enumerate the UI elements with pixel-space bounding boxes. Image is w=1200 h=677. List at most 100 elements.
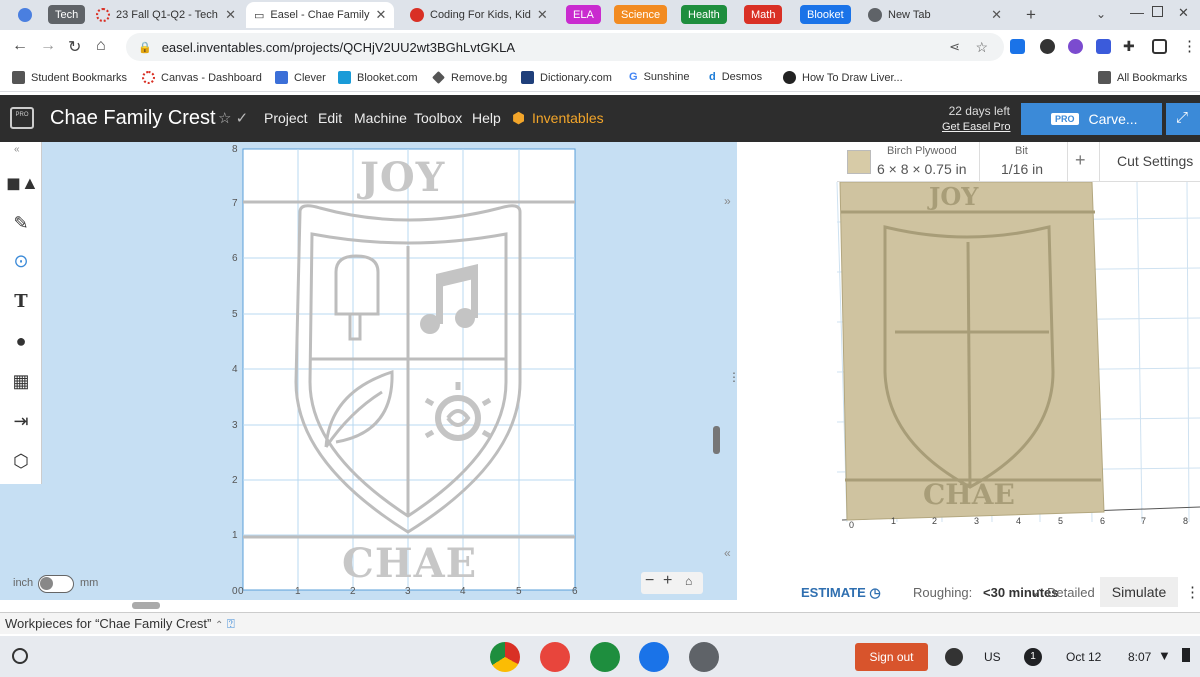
trash-extension-icon[interactable]	[1010, 39, 1025, 54]
collapse-left-icon[interactable]: «	[724, 546, 731, 560]
simulate-button[interactable]: Simulate	[1100, 577, 1178, 607]
minimize-icon[interactable]: —	[1130, 4, 1144, 20]
star-icon[interactable]: ☆	[975, 39, 988, 56]
tab-canvas[interactable]: 23 Fall Q1-Q2 - Tech ✕	[88, 2, 244, 28]
classroom-app-icon[interactable]	[590, 642, 620, 672]
menu-help[interactable]: Help	[472, 110, 501, 126]
extension-icon[interactable]	[1040, 39, 1055, 54]
bookmark-desmos[interactable]: d Desmos	[709, 71, 762, 83]
design-canvas[interactable]	[0, 142, 737, 600]
get-easel-pro-link[interactable]: Get Easel Pro	[942, 121, 1010, 133]
close-icon[interactable]: ✕	[375, 7, 386, 23]
sign-out-button[interactable]: Sign out	[855, 643, 928, 671]
close-icon[interactable]: ✕	[225, 7, 236, 23]
keyboard-language[interactable]: US	[984, 650, 1001, 664]
forward-icon[interactable]: →	[40, 37, 56, 55]
share-icon[interactable]: ⋖	[949, 39, 960, 55]
preview-pane[interactable]: JOY CHAE 0 1 2 3 4 5 6 7 8	[737, 142, 1200, 600]
bookmark-all-bookmarks[interactable]: All Bookmarks	[1098, 71, 1187, 84]
bookmark-dictionary[interactable]: Dictionary.com	[521, 71, 612, 84]
workpiece-3d[interactable]	[839, 181, 1105, 521]
close-window-icon[interactable]: ✕	[1178, 5, 1189, 21]
maximize-icon[interactable]	[1152, 6, 1163, 17]
tab-new-tab[interactable]: New Tab ✕	[860, 2, 1010, 28]
help-icon[interactable]: ⍰	[227, 616, 235, 631]
kebab-menu-icon[interactable]: ⋮	[1182, 37, 1197, 55]
bookmark-clever[interactable]: Clever	[275, 71, 326, 84]
camera-app-icon[interactable]	[639, 642, 669, 672]
material-name[interactable]: Birch Plywood	[887, 145, 957, 157]
sidepanel-icon[interactable]	[1152, 39, 1167, 54]
cut-settings-button[interactable]: Cut Settings	[1117, 153, 1193, 169]
design-canvas-area[interactable]: JOY CHAE 8 7 6 5 4 3 2 1 0 0 1 2 3 4 5 6…	[0, 142, 740, 609]
launcher-icon[interactable]	[12, 648, 28, 664]
tab-group-math[interactable]: Math	[744, 5, 783, 24]
blocks-icon[interactable]: ▦	[6, 366, 36, 396]
workpieces-bar[interactable]: Workpieces for “Chae Family Crest” ⌃ ⍰	[0, 612, 1200, 634]
easel-logo[interactable]: PRO	[10, 107, 34, 129]
collapse-right-icon[interactable]: »	[724, 194, 731, 208]
design-top-text[interactable]: JOY	[360, 154, 445, 201]
tab-group-science[interactable]: Science	[614, 5, 668, 24]
cube-icon[interactable]: ⬡	[6, 446, 36, 476]
tab-group-health[interactable]: Health	[681, 5, 727, 24]
material-swatch[interactable]	[847, 150, 871, 174]
vertical-scrollbar[interactable]	[713, 426, 720, 454]
bookmark-sunshine[interactable]: G Sunshine	[629, 71, 689, 83]
bit-value[interactable]: 1/16 in	[1001, 161, 1043, 177]
notification-badge[interactable]: 1	[1024, 648, 1042, 666]
expand-button[interactable]: ⤢	[1166, 103, 1200, 135]
horizontal-scrollbar[interactable]	[132, 602, 160, 609]
bookmark-blooket[interactable]: Blooket.com	[338, 71, 418, 84]
tab-group-ela[interactable]: ELA	[566, 5, 601, 24]
estimate-label[interactable]: ESTIMATE ◷	[801, 585, 881, 601]
bookmark-how-to-draw[interactable]: How To Draw Liver...	[783, 71, 903, 84]
menu-project[interactable]: Project	[264, 110, 308, 126]
paint-app-icon[interactable]	[540, 642, 570, 672]
bookmark-canvas[interactable]: Canvas - Dashboard	[142, 71, 262, 84]
shapes-tool-icon[interactable]: ◼▲	[6, 168, 39, 198]
bookmark-student-bookmarks[interactable]: Student Bookmarks	[12, 71, 127, 84]
puzzle-icon[interactable]: ✚	[1123, 38, 1135, 55]
menu-edit[interactable]: Edit	[318, 110, 342, 126]
chrome-profile-icon[interactable]	[18, 8, 32, 22]
favorite-star-icon[interactable]: ☆ ✓	[218, 109, 248, 127]
home-icon[interactable]: ⌂	[96, 37, 106, 55]
back-icon[interactable]: ←	[12, 37, 28, 55]
text-tool-icon[interactable]: T	[6, 287, 36, 317]
apple-icon[interactable]: ●	[6, 326, 36, 356]
reload-icon[interactable]: ↻	[68, 37, 81, 57]
k-extension-icon[interactable]	[1068, 39, 1083, 54]
zoom-out-button[interactable]: −	[645, 572, 654, 590]
mute-icon[interactable]	[945, 648, 963, 666]
menu-machine[interactable]: Machine	[354, 110, 407, 126]
tab-easel[interactable]: ▭ Easel - Chae Family ✕	[246, 2, 394, 28]
zoom-in-button[interactable]: +	[663, 572, 672, 590]
chevron-up-icon[interactable]: ⌃	[215, 620, 223, 631]
detailed-label[interactable]: Detailed	[1047, 585, 1095, 600]
add-bit-button[interactable]: +	[1075, 150, 1086, 171]
target-tool-icon[interactable]: ⊙	[6, 246, 36, 276]
address-bar[interactable]: 🔒 easel.inventables.com/projects/QCHjV2U…	[126, 33, 1004, 61]
home-view-icon[interactable]: ⌂	[685, 574, 692, 588]
tab-group-blooket[interactable]: Blooket	[800, 5, 851, 24]
more-options-icon[interactable]: ⋮	[1185, 583, 1200, 601]
collapse-up-icon[interactable]: «	[14, 144, 20, 155]
unit-toggle[interactable]	[38, 575, 74, 593]
settings-app-icon[interactable]	[689, 642, 719, 672]
pen-tool-icon[interactable]: ✎	[6, 208, 36, 238]
bookmark-removebg[interactable]: Remove.bg	[432, 71, 507, 84]
design-bottom-text[interactable]: CHAE	[342, 540, 477, 587]
tab-group-tech[interactable]: Tech	[48, 5, 86, 24]
c-extension-icon[interactable]	[1096, 39, 1111, 54]
close-icon[interactable]: ✕	[537, 7, 548, 23]
tab-coding[interactable]: Coding For Kids, Kid ✕	[402, 2, 554, 28]
carve-button[interactable]: PRO Carve...	[1021, 103, 1162, 135]
menu-toolbox[interactable]: Toolbox	[414, 110, 462, 126]
chrome-app-icon[interactable]	[490, 642, 520, 672]
wifi-icon[interactable]: ▼	[1158, 648, 1171, 663]
import-icon[interactable]: ⇥	[6, 406, 36, 436]
menu-inventables[interactable]: Inventables	[532, 110, 604, 126]
battery-icon[interactable]	[1182, 648, 1190, 662]
material-size[interactable]: 6 × 8 × 0.75 in	[877, 161, 967, 177]
